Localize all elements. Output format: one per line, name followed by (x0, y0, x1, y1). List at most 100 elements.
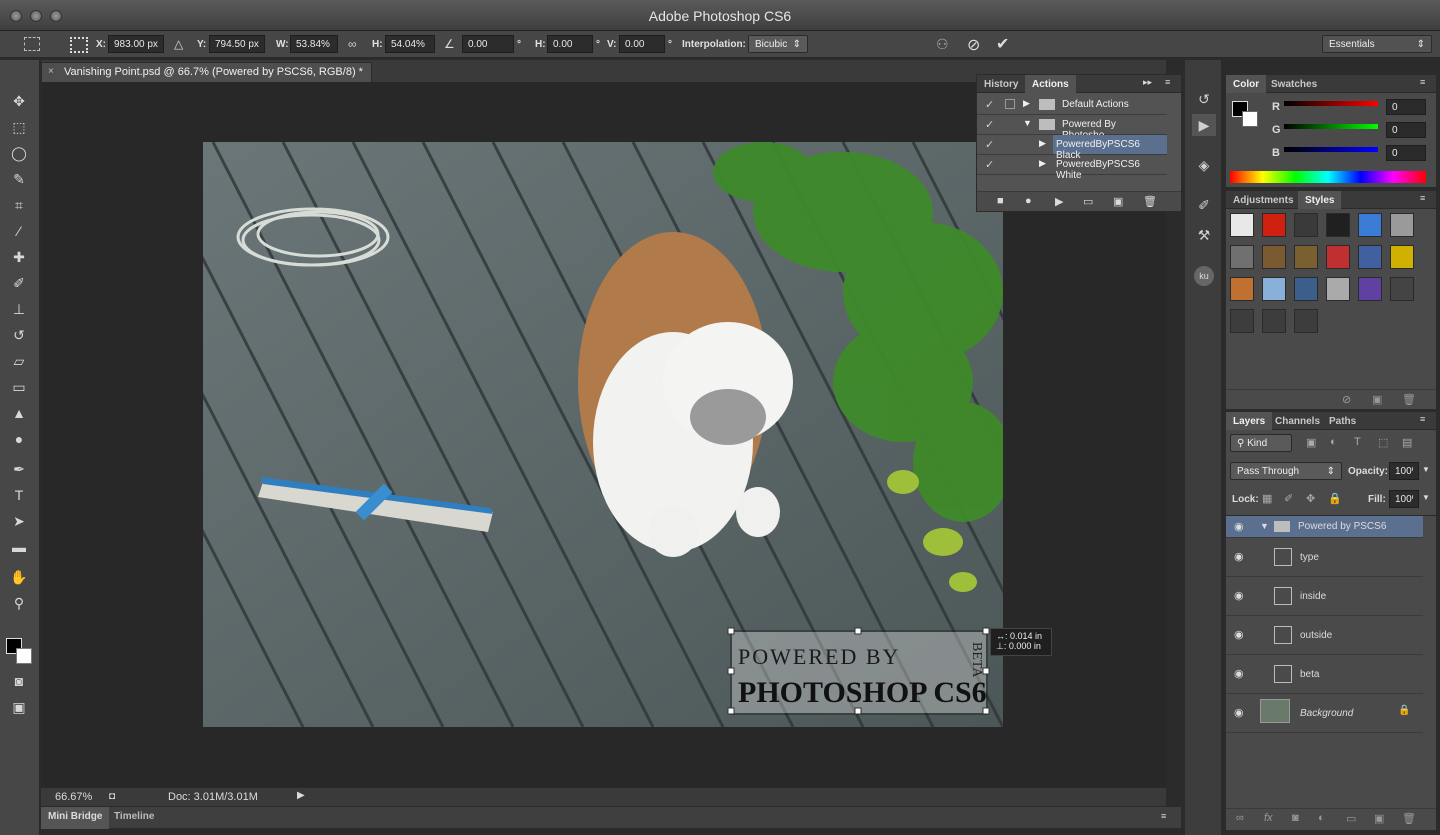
brush-tool-icon[interactable]: ✐ (8, 272, 30, 294)
blend-mode-select[interactable]: Pass Through ⇕ (1230, 462, 1342, 480)
crop-tool-icon[interactable]: ⌗ (8, 194, 30, 216)
panel-menu-icon[interactable]: ≡ (1420, 77, 1425, 87)
style-swatch[interactable] (1262, 277, 1286, 301)
path-selection-tool-icon[interactable]: ➤ (8, 510, 30, 532)
rotate-field[interactable] (462, 35, 514, 53)
tab-swatches[interactable]: Swatches (1264, 75, 1324, 93)
history-panel-icon[interactable]: ↺ (1192, 88, 1216, 110)
trash-icon[interactable]: 🗑 (1143, 195, 1157, 208)
collapse-icon[interactable]: ▸▸ (1143, 77, 1152, 88)
new-group-icon[interactable]: ▭ (1346, 812, 1356, 825)
transform-tool-icon[interactable] (24, 37, 40, 51)
3d-panel-icon[interactable]: ◈ (1192, 154, 1216, 176)
record-icon[interactable]: ● (1025, 195, 1032, 207)
style-swatch[interactable] (1326, 245, 1350, 269)
tab-styles[interactable]: Styles (1298, 191, 1342, 209)
close-tab-icon[interactable]: × (48, 66, 54, 77)
zoom-tool-icon[interactable]: ⚲ (8, 592, 30, 614)
style-swatch[interactable] (1230, 277, 1254, 301)
style-swatch[interactable] (1294, 309, 1318, 333)
check-icon[interactable]: ✓ (985, 158, 994, 171)
type-tool-icon[interactable]: T (8, 484, 30, 506)
style-swatch[interactable] (1262, 309, 1286, 333)
stop-icon[interactable]: ■ (997, 195, 1004, 207)
style-swatch[interactable] (1230, 245, 1254, 269)
layer-row[interactable]: ◉ outside (1226, 616, 1423, 655)
layer-row[interactable]: ◉ Background 🔒 (1226, 694, 1423, 733)
workspace-select[interactable]: Essentials ⇕ (1322, 35, 1432, 53)
style-swatch[interactable] (1262, 213, 1286, 237)
background-color-swatch[interactable] (1242, 111, 1258, 127)
warp-icon[interactable]: ⚇ (936, 36, 949, 53)
style-swatch[interactable] (1230, 309, 1254, 333)
kuler-icon[interactable]: ku (1194, 266, 1214, 286)
eraser-tool-icon[interactable]: ▱ (8, 350, 30, 372)
collapse-triangle-icon[interactable]: ▼ (1023, 118, 1032, 128)
collapse-triangle-icon[interactable]: ▼ (1260, 521, 1269, 531)
style-swatch[interactable] (1262, 245, 1286, 269)
check-icon[interactable]: ✓ (985, 138, 994, 151)
zoom-level[interactable]: 66.67% (55, 791, 92, 803)
status-icon[interactable]: ◘ (109, 791, 115, 802)
quick-selection-tool-icon[interactable]: ✎ (8, 168, 30, 190)
smart-object-filter-icon[interactable]: ▤ (1402, 436, 1412, 449)
style-swatch[interactable] (1358, 277, 1382, 301)
document-tab[interactable]: × Vanishing Point.psd @ 66.7% (Powered b… (41, 62, 372, 82)
visibility-eye-icon[interactable]: ◉ (1234, 550, 1244, 563)
tab-history[interactable]: History (977, 75, 1025, 93)
new-set-icon[interactable]: ▭ (1083, 195, 1093, 208)
pixel-filter-icon[interactable]: ▣ (1306, 436, 1316, 449)
fx-icon[interactable]: fx (1264, 812, 1273, 824)
expand-triangle-icon[interactable]: ▶ (1039, 158, 1046, 169)
style-swatch[interactable] (1390, 277, 1414, 301)
new-action-icon[interactable]: ▣ (1113, 195, 1123, 208)
reference-point-icon[interactable] (70, 37, 88, 53)
tab-layers[interactable]: Layers (1226, 412, 1273, 430)
brush-panel-icon[interactable]: ✐ (1192, 194, 1216, 216)
kind-filter-select[interactable]: ⚲ Kind (1230, 434, 1292, 452)
panel-menu-icon[interactable]: ≡ (1161, 811, 1166, 821)
tab-adjustments[interactable]: Adjustments (1226, 191, 1301, 209)
lock-pixels-icon[interactable]: ✐ (1284, 492, 1293, 505)
tab-actions[interactable]: Actions (1025, 75, 1076, 93)
fill-field[interactable] (1389, 490, 1419, 508)
check-icon[interactable]: ✓ (985, 98, 994, 111)
opacity-field[interactable] (1389, 462, 1419, 480)
dialog-toggle-icon[interactable] (1005, 99, 1015, 109)
tab-timeline[interactable]: Timeline (107, 807, 161, 829)
visibility-eye-icon[interactable]: ◉ (1234, 520, 1244, 533)
screen-mode-icon[interactable]: ▣ (8, 696, 30, 718)
lock-position-icon[interactable]: ✥ (1306, 492, 1315, 505)
trash-icon[interactable]: 🗑 (1402, 812, 1416, 825)
background-color-swatch[interactable] (16, 648, 32, 664)
layer-row[interactable]: ◉ type (1226, 538, 1423, 577)
panel-menu-icon[interactable]: ≡ (1420, 193, 1425, 203)
eyedropper-tool-icon[interactable]: ⁄ (8, 220, 30, 242)
pen-tool-icon[interactable]: ✒ (8, 458, 30, 480)
style-swatch[interactable] (1390, 245, 1414, 269)
color-spectrum-bar[interactable] (1230, 171, 1426, 183)
panel-menu-icon[interactable]: ≡ (1165, 77, 1170, 87)
move-tool-icon[interactable]: ✥ (8, 90, 30, 112)
link-icon[interactable]: ∞ (348, 37, 357, 51)
visibility-eye-icon[interactable]: ◉ (1234, 589, 1244, 602)
vskew-field[interactable] (619, 35, 665, 53)
marquee-tool-icon[interactable]: ⬚ (8, 116, 30, 138)
cancel-transform-icon[interactable]: ⊘ (967, 35, 980, 55)
action-row[interactable]: ✓ ▶ PoweredByPSCS6 White (977, 155, 1167, 181)
b-slider[interactable] (1284, 147, 1378, 152)
blur-tool-icon[interactable]: ▲ (8, 402, 30, 424)
style-swatch[interactable] (1294, 245, 1318, 269)
visibility-eye-icon[interactable]: ◉ (1234, 628, 1244, 641)
lasso-tool-icon[interactable]: ◯ (8, 142, 30, 164)
layer-row[interactable]: ◉ inside (1226, 577, 1423, 616)
document-image[interactable]: POWERED BY PHOTOSHOP CS6 BETA (203, 142, 1003, 727)
quick-mask-icon[interactable]: ◙ (8, 670, 30, 692)
new-style-icon[interactable]: ▣ (1372, 393, 1382, 406)
layer-row[interactable]: ◉ ▼ Powered by PSCS6 (1226, 516, 1423, 538)
y-field[interactable] (209, 35, 265, 53)
actions-panel-icon[interactable]: ▶ (1192, 114, 1216, 136)
new-layer-icon[interactable]: ▣ (1374, 812, 1384, 825)
delta-icon[interactable]: △ (174, 37, 183, 51)
g-field[interactable] (1386, 122, 1426, 138)
